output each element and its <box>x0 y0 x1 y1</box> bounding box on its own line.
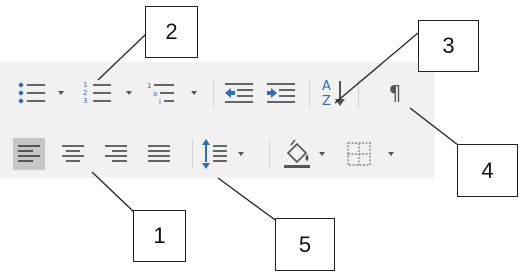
decrease-indent-button[interactable] <box>222 79 256 107</box>
borders-button[interactable] <box>344 137 404 171</box>
callout-label: 3 <box>418 20 479 72</box>
pilcrow-icon: ¶ <box>388 81 402 105</box>
callout-label: 1 <box>133 210 186 262</box>
align-right-icon <box>105 145 127 162</box>
multilevel-list-button[interactable]: 1 a i <box>145 79 205 107</box>
align-left-icon <box>18 145 40 162</box>
line-spacing-icon <box>202 139 244 169</box>
svg-text:1: 1 <box>83 81 87 89</box>
sort-az-icon: A Z <box>322 79 345 109</box>
callout-label: 5 <box>275 218 335 271</box>
separator <box>358 80 359 108</box>
align-center-icon <box>62 145 84 162</box>
align-right-button[interactable] <box>100 138 132 170</box>
svg-text:2: 2 <box>83 89 87 97</box>
separator <box>309 80 310 108</box>
line-spacing-button[interactable] <box>200 137 250 171</box>
sort-button[interactable]: A Z <box>318 77 350 109</box>
shading-button[interactable] <box>281 137 337 171</box>
chevron-down-icon <box>238 152 244 156</box>
svg-text:a: a <box>153 90 157 98</box>
increase-indent-icon <box>267 83 295 103</box>
svg-text:i: i <box>159 98 161 106</box>
chevron-down-icon <box>388 152 394 156</box>
callout-label: 2 <box>145 6 198 58</box>
paint-bucket-icon <box>284 139 325 168</box>
numbering-icon: 1 2 3 <box>83 81 132 105</box>
svg-text:3: 3 <box>83 97 87 105</box>
separator <box>213 80 214 108</box>
multilevel-list-icon: 1 a i <box>147 82 197 106</box>
bullets-icon <box>18 82 64 104</box>
center-button[interactable] <box>57 138 89 170</box>
increase-indent-button[interactable] <box>264 79 298 107</box>
separator <box>192 140 193 168</box>
chevron-down-icon <box>191 91 197 95</box>
sort-letter-z: Z <box>322 94 331 109</box>
separator <box>269 140 270 168</box>
numbering-button[interactable]: 1 2 3 <box>80 79 138 107</box>
svg-text:1: 1 <box>147 82 151 90</box>
borders-icon <box>347 142 394 166</box>
align-left-button[interactable] <box>13 138 45 170</box>
chevron-down-icon <box>58 91 64 95</box>
justify-icon <box>148 145 170 162</box>
decrease-indent-icon <box>225 83 253 103</box>
show-hide-marks-button[interactable]: ¶ <box>382 79 408 107</box>
callout-label: 4 <box>457 144 518 197</box>
bullets-button[interactable] <box>14 79 68 107</box>
sort-letter-a: A <box>322 79 331 94</box>
chevron-down-icon <box>319 152 325 156</box>
justify-button[interactable] <box>143 138 175 170</box>
chevron-down-icon <box>126 91 132 95</box>
